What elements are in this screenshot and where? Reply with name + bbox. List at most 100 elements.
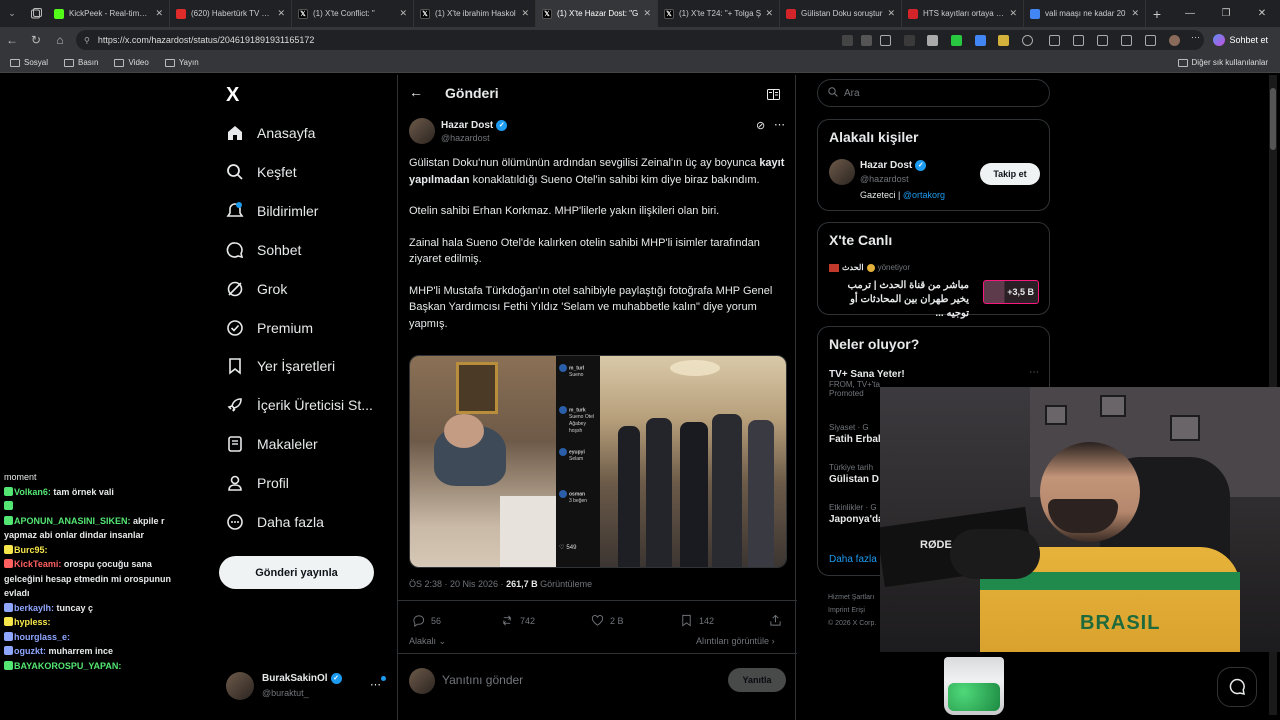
nav-item-more[interactable]: Daha fazla	[226, 510, 324, 534]
bookmark-folder[interactable]: Basın	[64, 58, 98, 67]
nav-item-chat[interactable]: Sohbet	[226, 238, 301, 262]
minimize-button[interactable]: —	[1172, 8, 1208, 19]
accessibility-link[interactable]: Erişi	[851, 607, 865, 614]
nav-item-rocket[interactable]: İçerik Üreticisi St...	[226, 393, 373, 417]
tab-close-icon[interactable]: ✕	[399, 8, 407, 19]
more-icon[interactable]: ⋯	[1191, 32, 1202, 46]
browser-tab[interactable]: KickPeek - Real-time U ✕	[48, 0, 170, 27]
nav-item-bell[interactable]: Bildirimler	[226, 199, 318, 223]
live-host-row[interactable]: الحدث yönetiyor	[829, 263, 910, 272]
favorites-icon[interactable]	[1073, 35, 1084, 46]
scrollbar-thumb[interactable]	[1270, 88, 1276, 150]
nav-item-search[interactable]: Keşfet	[226, 160, 297, 184]
tab-close-icon[interactable]: ✕	[643, 8, 651, 19]
like-action[interactable]: 2 B	[591, 614, 624, 627]
profile-avatar-icon[interactable]	[1169, 35, 1180, 46]
view-quotes-link[interactable]: Alıntıları görüntüle ›	[696, 636, 775, 646]
close-window-button[interactable]: ✕	[1244, 8, 1280, 19]
browser-tab[interactable]: Gülistan Doku soruştur ✕	[780, 0, 902, 27]
tab-close-icon[interactable]: ✕	[155, 8, 163, 19]
tab-close-icon[interactable]: ✕	[765, 8, 773, 19]
share-action[interactable]	[769, 614, 788, 627]
browser-tab[interactable]: 𝕏 (1) X'te Conflict: " ✕	[292, 0, 414, 27]
new-tab-button[interactable]: +	[1146, 6, 1168, 22]
tab-close-icon[interactable]: ✕	[521, 8, 529, 19]
sort-replies-dropdown[interactable]: Alakalı ⌄	[409, 636, 446, 647]
tab-close-icon[interactable]: ✕	[1131, 8, 1139, 19]
browser-tab[interactable]: vali maaşı ne kadar 20 ✕	[1024, 0, 1146, 27]
nav-item-article[interactable]: Makaleler	[226, 432, 318, 456]
browser-tab[interactable]: (620) Habertürk TV Can ✕	[170, 0, 292, 27]
back-arrow-icon[interactable]: ←	[409, 84, 423, 100]
terms-link[interactable]: Hizmet Şartları	[828, 591, 888, 604]
extensions-icon[interactable]	[1022, 35, 1033, 46]
nav-item-bookmark[interactable]: Yer İşaretleri	[226, 354, 335, 378]
nav-item-home[interactable]: Anasayfa	[226, 121, 315, 145]
restore-button[interactable]: ❐	[1208, 8, 1244, 19]
read-aloud-icon[interactable]	[861, 35, 872, 46]
nav-item-grok[interactable]: Grok	[226, 277, 287, 301]
bookmark-folder[interactable]: Yayın	[164, 58, 199, 67]
account-more-icon[interactable]: ⋯	[370, 678, 381, 691]
post-image[interactable]: m_turl Sueno m_turk Sueno Otel Ağabey hoşsh…	[409, 355, 787, 568]
author-name-row[interactable]: Hazar Dost ✓	[441, 120, 508, 131]
site-info-icon[interactable]: ⚲	[84, 36, 90, 45]
related-avatar[interactable]	[829, 159, 855, 185]
collections-icon[interactable]	[1097, 35, 1108, 46]
tab-close-icon[interactable]: ✕	[887, 8, 895, 19]
related-bio: Gazeteci | @ortakorg	[860, 190, 945, 200]
bookmark-action[interactable]: 142	[680, 614, 714, 627]
browser-tab[interactable]: 𝕏 (1) X'te Hazar Dost: "G ✕	[536, 0, 658, 27]
post-time[interactable]: ÖS 2:38 · 20 Nis 2026 ·	[409, 579, 506, 589]
favorite-star-icon[interactable]	[880, 35, 891, 46]
split-screen-icon[interactable]	[1049, 35, 1060, 46]
extension-icon[interactable]	[927, 35, 938, 46]
downloads-icon[interactable]	[1145, 35, 1156, 46]
tab-search-icon[interactable]: ⌄	[0, 0, 24, 27]
related-bio-link[interactable]: @ortakorg	[903, 190, 945, 200]
other-favorites-folder[interactable]: Diğer sık kullanılanlar	[1177, 58, 1268, 67]
trend-more-icon[interactable]: ⋯	[1029, 367, 1039, 378]
extension-icon[interactable]	[842, 35, 853, 46]
back-icon[interactable]: ←	[0, 33, 24, 47]
reload-icon[interactable]: ↻	[24, 33, 48, 47]
follow-button[interactable]: Takip et	[980, 163, 1040, 185]
nav-item-premium[interactable]: Premium	[226, 316, 313, 340]
browser-tab[interactable]: HTS kayıtları ortaya çık ✕	[902, 0, 1024, 27]
messages-fab[interactable]	[1217, 667, 1257, 707]
extension-icon[interactable]	[951, 35, 962, 46]
extension-icon[interactable]	[904, 35, 915, 46]
live-listeners[interactable]: +3,5 B	[983, 280, 1039, 304]
bookmark-folder[interactable]: Sosyal	[10, 58, 48, 67]
extension-icon[interactable]	[975, 35, 986, 46]
post-button[interactable]: Gönderi yayınla	[219, 556, 374, 589]
reader-icon[interactable]	[767, 87, 780, 105]
grok-icon[interactable]: ⊘	[756, 119, 765, 132]
home-icon[interactable]: ⌂	[48, 33, 72, 47]
url-field[interactable]: ⚲ https://x.com/hazardost/status/2046191…	[76, 30, 1204, 50]
tab-close-icon[interactable]: ✕	[277, 8, 285, 19]
bookmark-folder[interactable]: Video	[114, 58, 149, 67]
copilot-chat-button[interactable]: Sohbet et	[1207, 31, 1274, 49]
browser-tab[interactable]: 𝕏 (1) X'te T24: "+ Tolga Ş ✕	[658, 0, 780, 27]
browser-tab[interactable]: 𝕏 (1) X'te ibrahim Haskol ✕	[414, 0, 536, 27]
show-more-link[interactable]: Daha fazla	[829, 554, 877, 565]
live-title[interactable]: مباشر من قناة الحدث | ترمب يخير طهران بي…	[829, 279, 969, 321]
post-more-icon[interactable]: ⋯	[774, 118, 785, 131]
reply-input[interactable]: Yanıtını gönder	[442, 673, 523, 687]
reply-action[interactable]: 56	[412, 614, 441, 627]
browser-essentials-icon[interactable]	[1121, 35, 1132, 46]
reply-button[interactable]: Yanıtla	[728, 668, 786, 692]
x-logo[interactable]: X	[226, 84, 239, 107]
extension-icon[interactable]	[998, 35, 1009, 46]
author-avatar[interactable]	[409, 118, 435, 144]
workspaces-icon[interactable]	[24, 0, 48, 27]
search-input[interactable]: Ara	[817, 79, 1050, 107]
nav-item-profile[interactable]: Profil	[226, 471, 289, 495]
imprint-link[interactable]: Imprint	[828, 607, 849, 614]
related-name-row[interactable]: Hazar Dost ✓	[860, 160, 927, 171]
repost-action[interactable]: 742	[501, 614, 535, 627]
account-switcher[interactable]: BurakSakinOl ✓ @buraktut_ ⋯	[226, 668, 396, 708]
tab-close-icon[interactable]: ✕	[1009, 8, 1017, 19]
author-handle[interactable]: @hazardost	[441, 133, 490, 143]
